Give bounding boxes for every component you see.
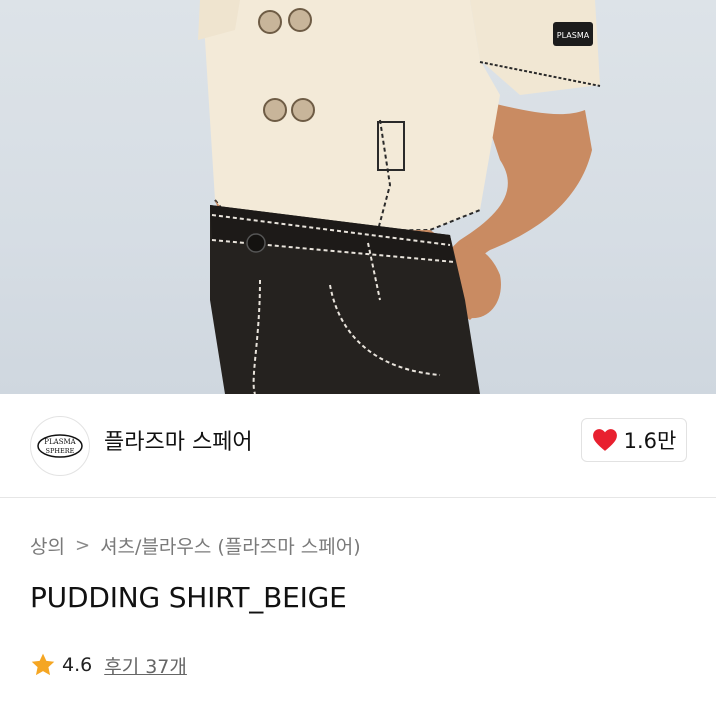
breadcrumb-item-sub-category[interactable]: 셔츠/블라우스 (플라즈마 스페어)	[100, 532, 361, 559]
rating-score: 4.6	[62, 654, 93, 676]
logo-text-top: PLASMA	[44, 438, 76, 446]
brand-logo-mark: PLASMA SPHERE	[37, 434, 83, 458]
brand-logo[interactable]: PLASMA SPHERE	[30, 416, 90, 476]
product-photo-illustration: PLASMA	[198, 0, 601, 394]
like-count: 1.6만	[623, 429, 677, 453]
heart-icon	[592, 429, 617, 451]
star-icon	[31, 653, 55, 676]
chevron-right-icon: >	[74, 534, 91, 556]
sleeve-tag-text: PLASMA	[557, 31, 590, 40]
product-photo[interactable]: PLASMA	[0, 0, 716, 394]
logo-text-bottom: SPHERE	[46, 447, 75, 455]
breadcrumb: 상의 > 셔츠/블라우스 (플라즈마 스페어)	[30, 532, 361, 558]
like-button[interactable]: 1.6만	[581, 418, 687, 462]
brand-name[interactable]: 플라즈마 스페어	[104, 428, 253, 458]
product-title: PUDDING SHIRT_BEIGE	[30, 581, 347, 614]
breadcrumb-item-top-category[interactable]: 상의	[30, 532, 65, 559]
rating-row: 4.6 후기 37개	[30, 650, 187, 680]
reviews-link[interactable]: 후기 37개	[104, 652, 187, 679]
brand-row: PLASMA SPHERE 플라즈마 스페어 1.6만	[0, 394, 716, 498]
